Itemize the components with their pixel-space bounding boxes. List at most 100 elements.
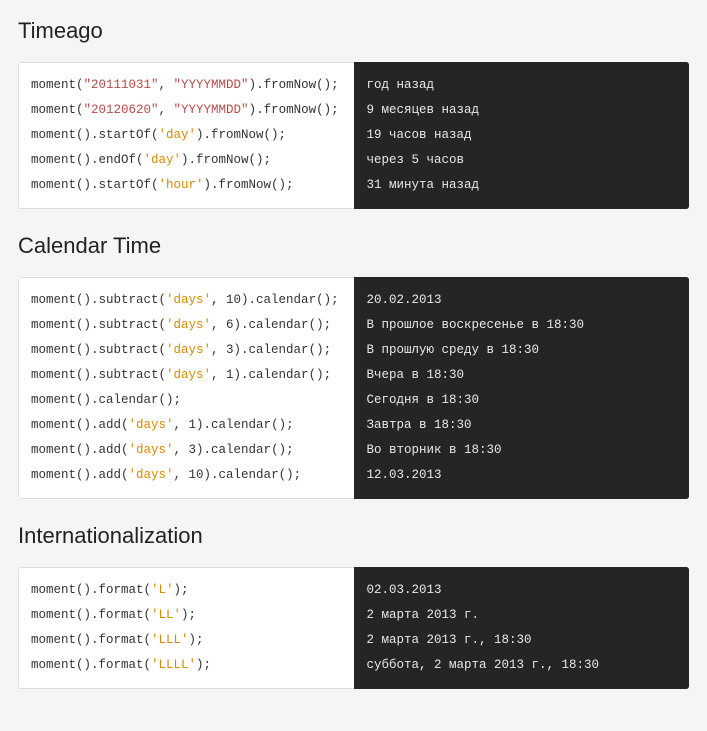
code-token: ).fromNow(); (181, 153, 271, 167)
code-token: , 3).calendar(); (211, 343, 331, 357)
output-line: 2 марта 2013 г., 18:30 (367, 628, 677, 653)
code-token: , 10).calendar(); (174, 468, 302, 482)
output-line: Во вторник в 18:30 (367, 438, 677, 463)
code-token: , 3).calendar(); (174, 443, 294, 457)
output-line: суббота, 2 марта 2013 г., 18:30 (367, 653, 677, 678)
code-token: 'LLL' (151, 633, 189, 647)
code-token: 'LL' (151, 608, 181, 622)
code-line: moment().format('L'); (31, 578, 342, 603)
section-title: Timeago (18, 18, 689, 44)
document-root: Timeagomoment("20111031", "YYYYMMDD").fr… (18, 18, 689, 689)
code-token: moment().format( (31, 608, 151, 622)
output-line: 2 марта 2013 г. (367, 603, 677, 628)
output-line: Завтра в 18:30 (367, 413, 677, 438)
code-token: ); (189, 633, 204, 647)
code-token: 'days' (129, 418, 174, 432)
code-token: ).fromNow(); (196, 128, 286, 142)
code-line: moment().add('days', 10).calendar(); (31, 463, 342, 488)
code-token: moment().add( (31, 443, 129, 457)
output-line: 12.03.2013 (367, 463, 677, 488)
code-output-pair: moment("20111031", "YYYYMMDD").fromNow()… (18, 62, 689, 209)
code-token: , (159, 103, 174, 117)
code-token: , 1).calendar(); (211, 368, 331, 382)
code-token: moment().endOf( (31, 153, 144, 167)
code-token: 'days' (166, 318, 211, 332)
code-token: ).fromNow(); (249, 78, 339, 92)
code-line: moment().endOf('day').fromNow(); (31, 148, 342, 173)
code-line: moment("20120620", "YYYYMMDD").fromNow()… (31, 98, 342, 123)
code-line: moment().subtract('days', 1).calendar(); (31, 363, 342, 388)
section-calendar: Calendar Timemoment().subtract('days', 1… (18, 233, 689, 499)
code-line: moment().add('days', 1).calendar(); (31, 413, 342, 438)
code-line: moment().subtract('days', 3).calendar(); (31, 338, 342, 363)
code-token: moment( (31, 103, 84, 117)
code-token: , 10).calendar(); (211, 293, 339, 307)
code-token: 'days' (129, 443, 174, 457)
code-line: moment().startOf('hour').fromNow(); (31, 173, 342, 198)
code-line: moment().format('LLL'); (31, 628, 342, 653)
section-timeago: Timeagomoment("20111031", "YYYYMMDD").fr… (18, 18, 689, 209)
output-line: Сегодня в 18:30 (367, 388, 677, 413)
code-token: moment().subtract( (31, 318, 166, 332)
output-line: 9 месяцев назад (367, 98, 677, 123)
output-line: год назад (367, 73, 677, 98)
code-pane: moment().format('L');moment().format('LL… (18, 567, 354, 689)
output-line: Вчера в 18:30 (367, 363, 677, 388)
code-token: ); (181, 608, 196, 622)
code-token: moment().subtract( (31, 343, 166, 357)
code-token: moment().format( (31, 658, 151, 672)
output-pane: 20.02.2013В прошлое воскресенье в 18:30В… (354, 277, 690, 499)
code-token: moment().startOf( (31, 128, 159, 142)
code-token: , (159, 78, 174, 92)
code-token: 'hour' (159, 178, 204, 192)
output-line: 31 минута назад (367, 173, 677, 198)
code-output-pair: moment().format('L');moment().format('LL… (18, 567, 689, 689)
output-line: В прошлую среду в 18:30 (367, 338, 677, 363)
code-line: moment("20111031", "YYYYMMDD").fromNow()… (31, 73, 342, 98)
code-token: "20111031" (84, 78, 159, 92)
output-line: через 5 часов (367, 148, 677, 173)
section-title: Calendar Time (18, 233, 689, 259)
code-token: 'days' (166, 343, 211, 357)
code-token: moment().format( (31, 633, 151, 647)
output-line: В прошлое воскресенье в 18:30 (367, 313, 677, 338)
code-token: 'day' (144, 153, 182, 167)
code-token: 'day' (159, 128, 197, 142)
code-token: moment().add( (31, 468, 129, 482)
code-line: moment().format('LLLL'); (31, 653, 342, 678)
code-token: ).fromNow(); (204, 178, 294, 192)
code-token: ).fromNow(); (249, 103, 339, 117)
code-line: moment().format('LL'); (31, 603, 342, 628)
output-line: 19 часов назад (367, 123, 677, 148)
section-i18n: Internationalizationmoment().format('L')… (18, 523, 689, 689)
code-pane: moment("20111031", "YYYYMMDD").fromNow()… (18, 62, 354, 209)
code-token: "YYYYMMDD" (174, 78, 249, 92)
output-pane: 02.03.20132 марта 2013 г.2 марта 2013 г.… (354, 567, 690, 689)
code-line: moment().add('days', 3).calendar(); (31, 438, 342, 463)
code-token: , 6).calendar(); (211, 318, 331, 332)
code-line: moment().calendar(); (31, 388, 342, 413)
code-token: 'days' (166, 368, 211, 382)
output-pane: год назад9 месяцев назад19 часов назадче… (354, 62, 690, 209)
code-token: moment().startOf( (31, 178, 159, 192)
code-token: moment( (31, 78, 84, 92)
code-token: moment().subtract( (31, 293, 166, 307)
code-token: moment().format( (31, 583, 151, 597)
section-title: Internationalization (18, 523, 689, 549)
code-token: moment().subtract( (31, 368, 166, 382)
code-token: moment().calendar(); (31, 393, 181, 407)
code-token: 'L' (151, 583, 174, 597)
code-output-pair: moment().subtract('days', 10).calendar()… (18, 277, 689, 499)
code-token: moment().add( (31, 418, 129, 432)
code-line: moment().subtract('days', 10).calendar()… (31, 288, 342, 313)
code-pane: moment().subtract('days', 10).calendar()… (18, 277, 354, 499)
code-token: "20120620" (84, 103, 159, 117)
code-token: ); (196, 658, 211, 672)
code-token: , 1).calendar(); (174, 418, 294, 432)
output-line: 02.03.2013 (367, 578, 677, 603)
code-line: moment().subtract('days', 6).calendar(); (31, 313, 342, 338)
code-token: ); (174, 583, 189, 597)
code-token: 'LLLL' (151, 658, 196, 672)
code-line: moment().startOf('day').fromNow(); (31, 123, 342, 148)
code-token: "YYYYMMDD" (174, 103, 249, 117)
